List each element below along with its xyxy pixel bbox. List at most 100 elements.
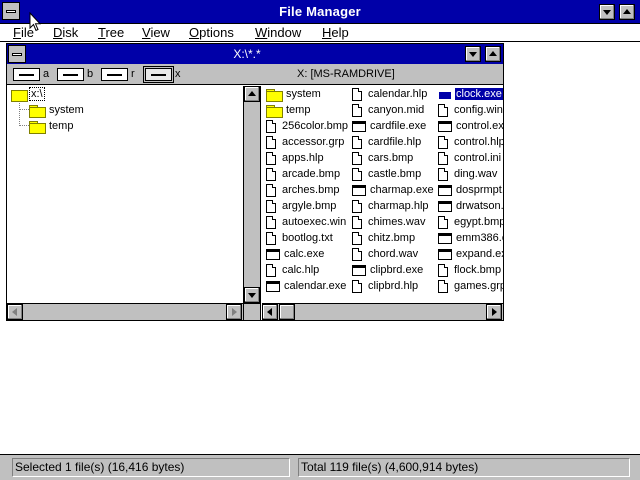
document-icon bbox=[266, 264, 276, 277]
file-item[interactable]: flock.bmp bbox=[438, 263, 502, 278]
child-maximize-button[interactable] bbox=[485, 46, 501, 62]
file-item[interactable]: drwatson.exe bbox=[438, 199, 503, 214]
drive-x-button[interactable]: x bbox=[143, 66, 181, 83]
file-name: chord.wav bbox=[368, 248, 419, 260]
file-item[interactable]: calendar.exe bbox=[266, 279, 347, 294]
file-item[interactable]: config.win bbox=[438, 103, 503, 118]
folder-icon bbox=[29, 105, 46, 118]
file-item[interactable]: calendar.hlp bbox=[352, 87, 428, 102]
tree-node-root[interactable]: x:\ bbox=[11, 87, 45, 102]
document-icon bbox=[352, 168, 362, 181]
file-item[interactable]: calc.hlp bbox=[266, 263, 320, 278]
tree-vertical-scrollbar[interactable] bbox=[243, 86, 260, 304]
drive-a-button[interactable]: a bbox=[13, 67, 49, 82]
scroll-right-arrow-icon[interactable] bbox=[486, 304, 502, 320]
document-icon bbox=[438, 168, 448, 181]
window-control-menu-icon[interactable] bbox=[8, 45, 26, 63]
file-item[interactable]: control.exe bbox=[438, 119, 503, 134]
file-name: clipbrd.hlp bbox=[368, 280, 419, 292]
scroll-left-arrow-icon[interactable] bbox=[262, 304, 278, 320]
directory-window-title-bar[interactable]: X:\*.* bbox=[7, 44, 503, 64]
scroll-left-arrow-icon[interactable] bbox=[7, 304, 23, 320]
menu-view[interactable]: View bbox=[140, 24, 172, 42]
document-icon bbox=[266, 232, 276, 245]
tree-horizontal-scrollbar[interactable] bbox=[7, 303, 243, 320]
tree-node-system[interactable]: system bbox=[29, 103, 85, 118]
menu-tree[interactable]: Tree bbox=[96, 24, 126, 42]
document-icon bbox=[352, 232, 362, 245]
menu-window[interactable]: Window bbox=[253, 24, 303, 42]
file-item[interactable]: castle.bmp bbox=[352, 167, 422, 182]
app-control-menu-icon[interactable] bbox=[2, 2, 20, 20]
document-icon bbox=[266, 168, 276, 181]
menu-help[interactable]: Help bbox=[320, 24, 351, 42]
menu-options[interactable]: Options bbox=[187, 24, 236, 42]
directory-tree[interactable]: x:\ system temp bbox=[7, 86, 243, 304]
file-item[interactable]: calc.exe bbox=[266, 247, 325, 262]
program-icon bbox=[438, 249, 452, 260]
maximize-button[interactable] bbox=[619, 4, 635, 20]
file-name: ding.wav bbox=[454, 168, 498, 180]
file-item[interactable]: arches.bmp bbox=[266, 183, 340, 198]
scroll-down-arrow-icon[interactable] bbox=[244, 287, 260, 303]
file-item[interactable]: temp bbox=[266, 103, 311, 118]
folder-icon bbox=[29, 121, 46, 134]
file-item[interactable]: charmap.exe bbox=[352, 183, 435, 198]
file-item[interactable]: clipbrd.exe bbox=[352, 263, 424, 278]
file-item[interactable]: arcade.bmp bbox=[266, 167, 341, 182]
file-list[interactable]: system temp 256color.bmp accessor.grp apps.h… bbox=[262, 86, 503, 304]
scroll-up-arrow-icon[interactable] bbox=[244, 86, 260, 102]
document-icon bbox=[438, 152, 448, 165]
floppy-drive-icon bbox=[57, 68, 84, 81]
minimize-button[interactable] bbox=[599, 4, 615, 20]
file-name: canyon.mid bbox=[368, 104, 425, 116]
file-item[interactable]: bootlog.txt bbox=[266, 231, 334, 246]
drive-r-button[interactable]: r bbox=[101, 67, 135, 82]
file-name: system bbox=[286, 88, 321, 100]
file-item[interactable]: expand.exe bbox=[438, 247, 503, 262]
file-name: calendar.hlp bbox=[368, 88, 428, 100]
file-item[interactable]: games.grp bbox=[438, 279, 503, 294]
file-name: chitz.bmp bbox=[368, 232, 416, 244]
file-item[interactable]: clipbrd.hlp bbox=[352, 279, 419, 294]
tree-node-temp[interactable]: temp bbox=[29, 119, 74, 134]
file-item[interactable]: clock.exe bbox=[438, 87, 503, 102]
menu-disk[interactable]: Disk bbox=[51, 24, 80, 42]
file-item[interactable]: accessor.grp bbox=[266, 135, 345, 150]
file-item[interactable]: charmap.hlp bbox=[352, 199, 430, 214]
file-item[interactable]: chitz.bmp bbox=[352, 231, 416, 246]
scroll-thumb[interactable] bbox=[279, 304, 295, 320]
file-item[interactable]: control.ini bbox=[438, 151, 502, 166]
document-icon bbox=[266, 200, 276, 213]
file-item[interactable]: cars.bmp bbox=[352, 151, 414, 166]
scroll-right-arrow-icon[interactable] bbox=[226, 304, 242, 320]
document-icon bbox=[266, 216, 276, 229]
program-icon bbox=[266, 249, 280, 260]
file-item[interactable]: argyle.bmp bbox=[266, 199, 337, 214]
file-item[interactable]: ding.wav bbox=[438, 167, 498, 182]
file-item[interactable]: autoexec.win bbox=[266, 215, 347, 230]
file-item[interactable]: cardfile.exe bbox=[352, 119, 427, 134]
document-icon bbox=[266, 136, 276, 149]
file-item[interactable]: 256color.bmp bbox=[266, 119, 349, 134]
status-selected: Selected 1 file(s) (16,416 bytes) bbox=[12, 458, 290, 477]
file-name: charmap.hlp bbox=[368, 200, 429, 212]
file-item[interactable]: control.hlp bbox=[438, 135, 503, 150]
child-minimize-button[interactable] bbox=[465, 46, 481, 62]
drive-b-button[interactable]: b bbox=[57, 67, 93, 82]
file-item[interactable]: chimes.wav bbox=[352, 215, 426, 230]
mouse-pointer-icon bbox=[29, 12, 41, 32]
file-item[interactable]: apps.hlp bbox=[266, 151, 325, 166]
document-icon bbox=[352, 248, 362, 261]
app-title-bar[interactable]: File Manager bbox=[0, 0, 640, 24]
file-item[interactable]: canyon.mid bbox=[352, 103, 425, 118]
file-item[interactable]: dosprmpt.pif bbox=[438, 183, 503, 198]
file-item[interactable]: egypt.bmp bbox=[438, 215, 503, 230]
file-item[interactable]: chord.wav bbox=[352, 247, 419, 262]
file-name: calc.hlp bbox=[282, 264, 320, 276]
files-horizontal-scrollbar[interactable] bbox=[262, 303, 503, 320]
file-item[interactable]: system bbox=[266, 87, 322, 102]
file-item[interactable]: emm386.exe bbox=[438, 231, 503, 246]
file-item[interactable]: cardfile.hlp bbox=[352, 135, 422, 150]
file-name: flock.bmp bbox=[454, 264, 502, 276]
